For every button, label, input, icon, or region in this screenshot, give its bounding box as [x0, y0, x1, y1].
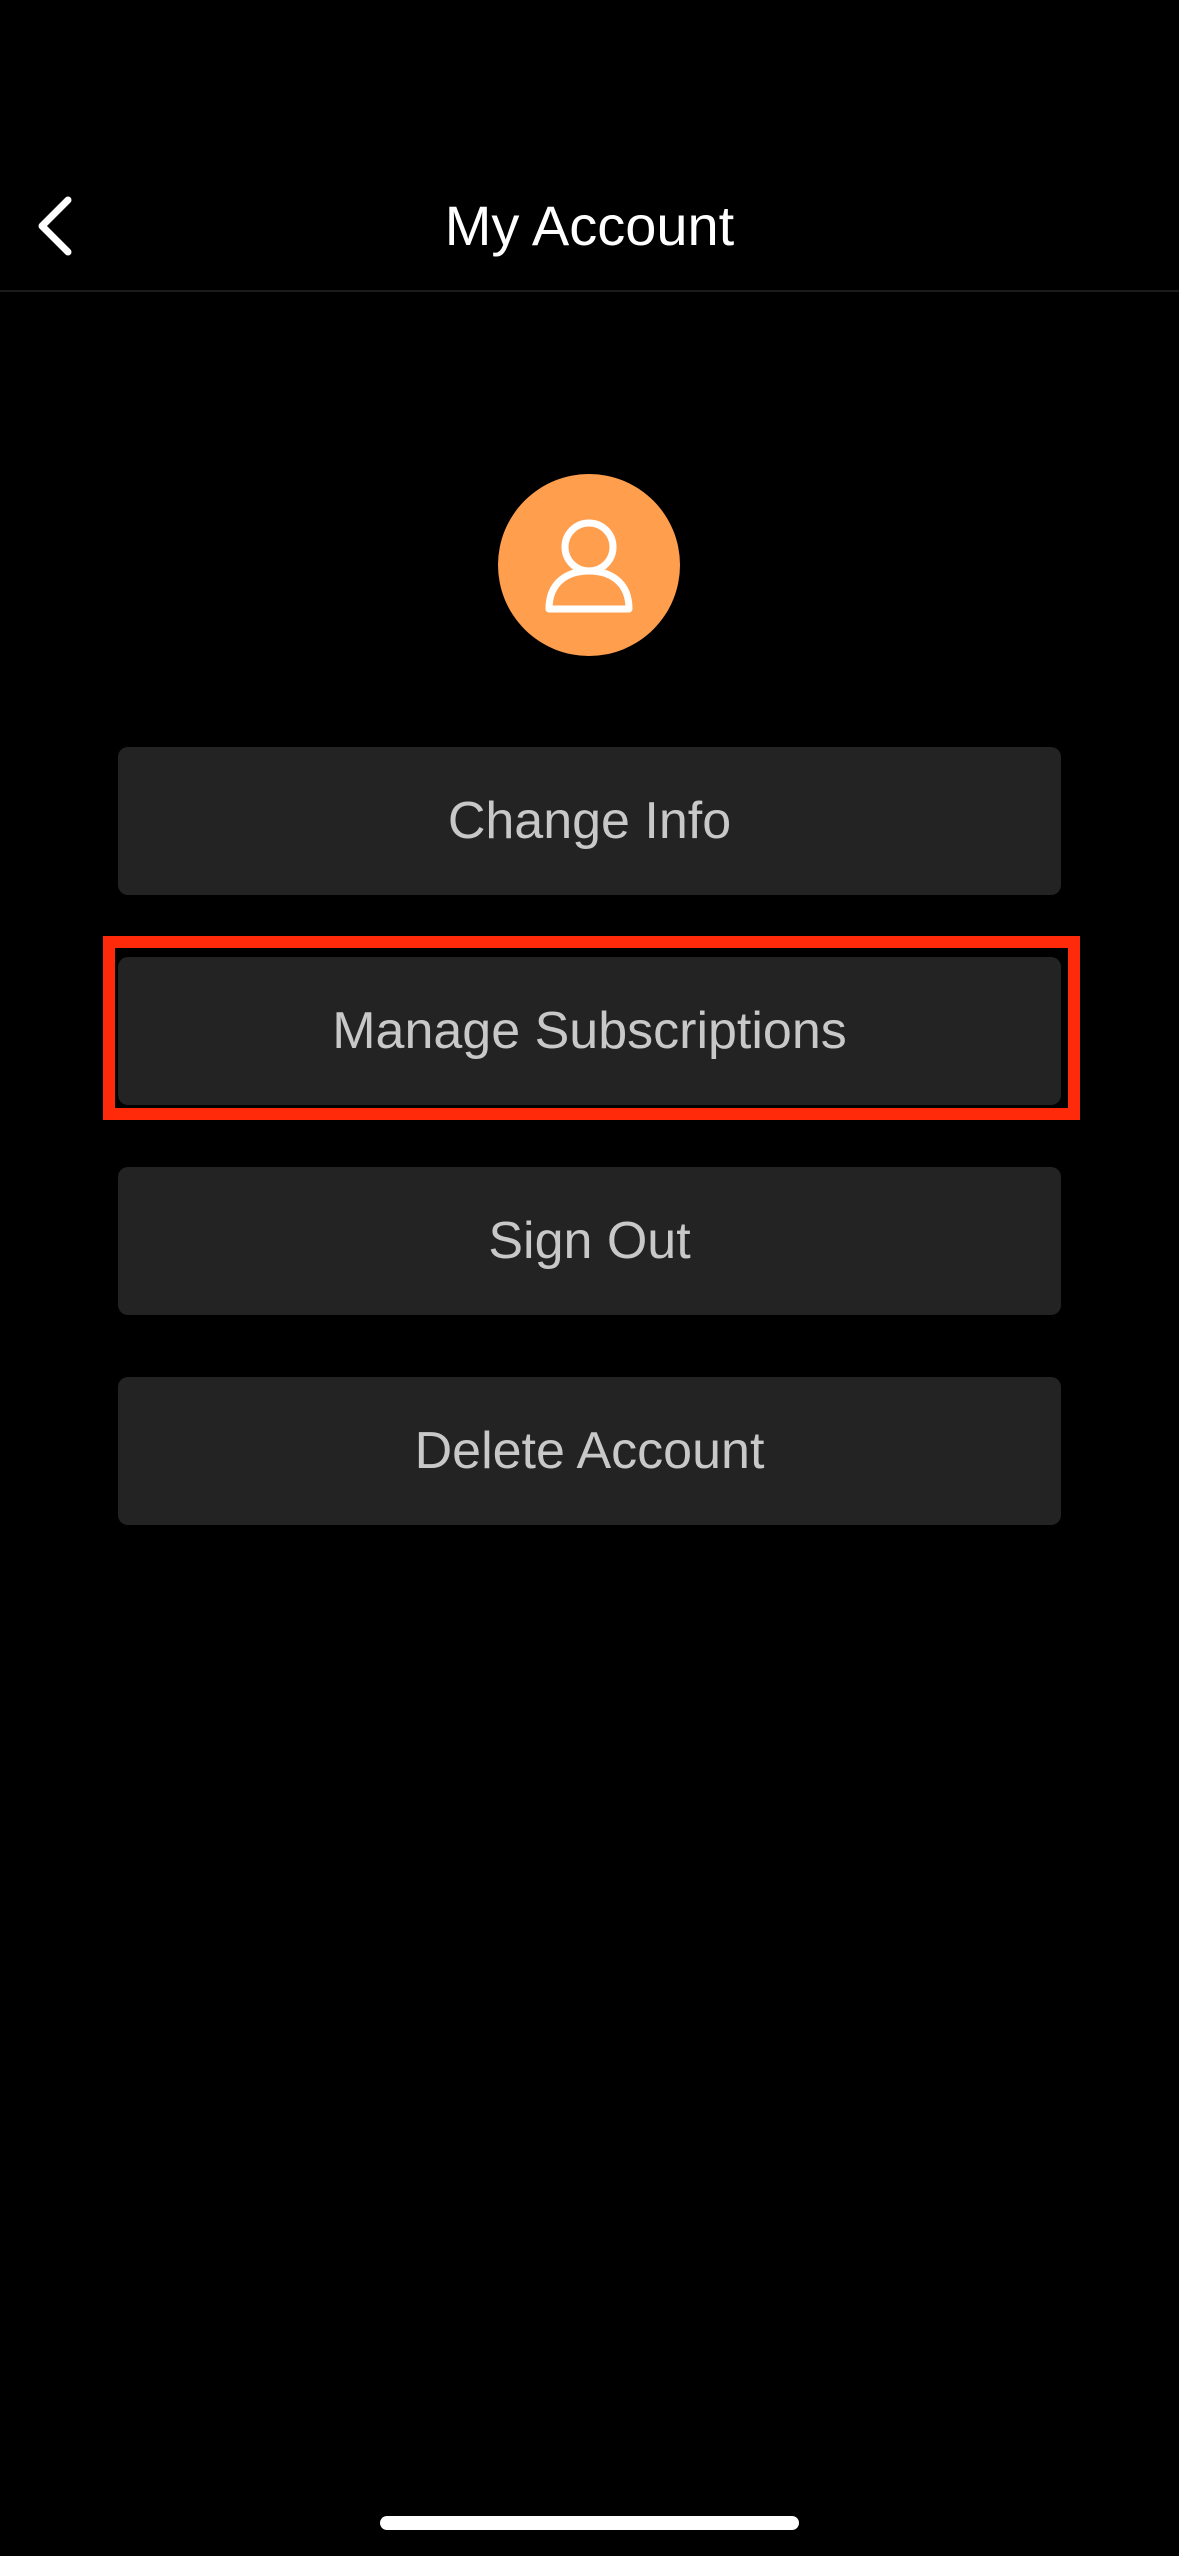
- user-icon: [545, 519, 633, 613]
- delete-account-label: Delete Account: [414, 1422, 765, 1480]
- manage-subscriptions-label: Manage Subscriptions: [332, 1002, 847, 1060]
- sign-out-button[interactable]: Sign Out: [118, 1167, 1061, 1315]
- home-indicator[interactable]: [380, 2516, 799, 2530]
- page-title: My Account: [444, 194, 735, 257]
- delete-account-button[interactable]: Delete Account: [118, 1377, 1061, 1525]
- sign-out-label: Sign Out: [488, 1212, 691, 1270]
- avatar: [498, 474, 680, 656]
- change-info-button[interactable]: Change Info: [118, 747, 1061, 895]
- navigation-bar: My Account: [0, 0, 1179, 292]
- change-info-label: Change Info: [447, 792, 732, 850]
- manage-subscriptions-button[interactable]: Manage Subscriptions: [118, 957, 1061, 1105]
